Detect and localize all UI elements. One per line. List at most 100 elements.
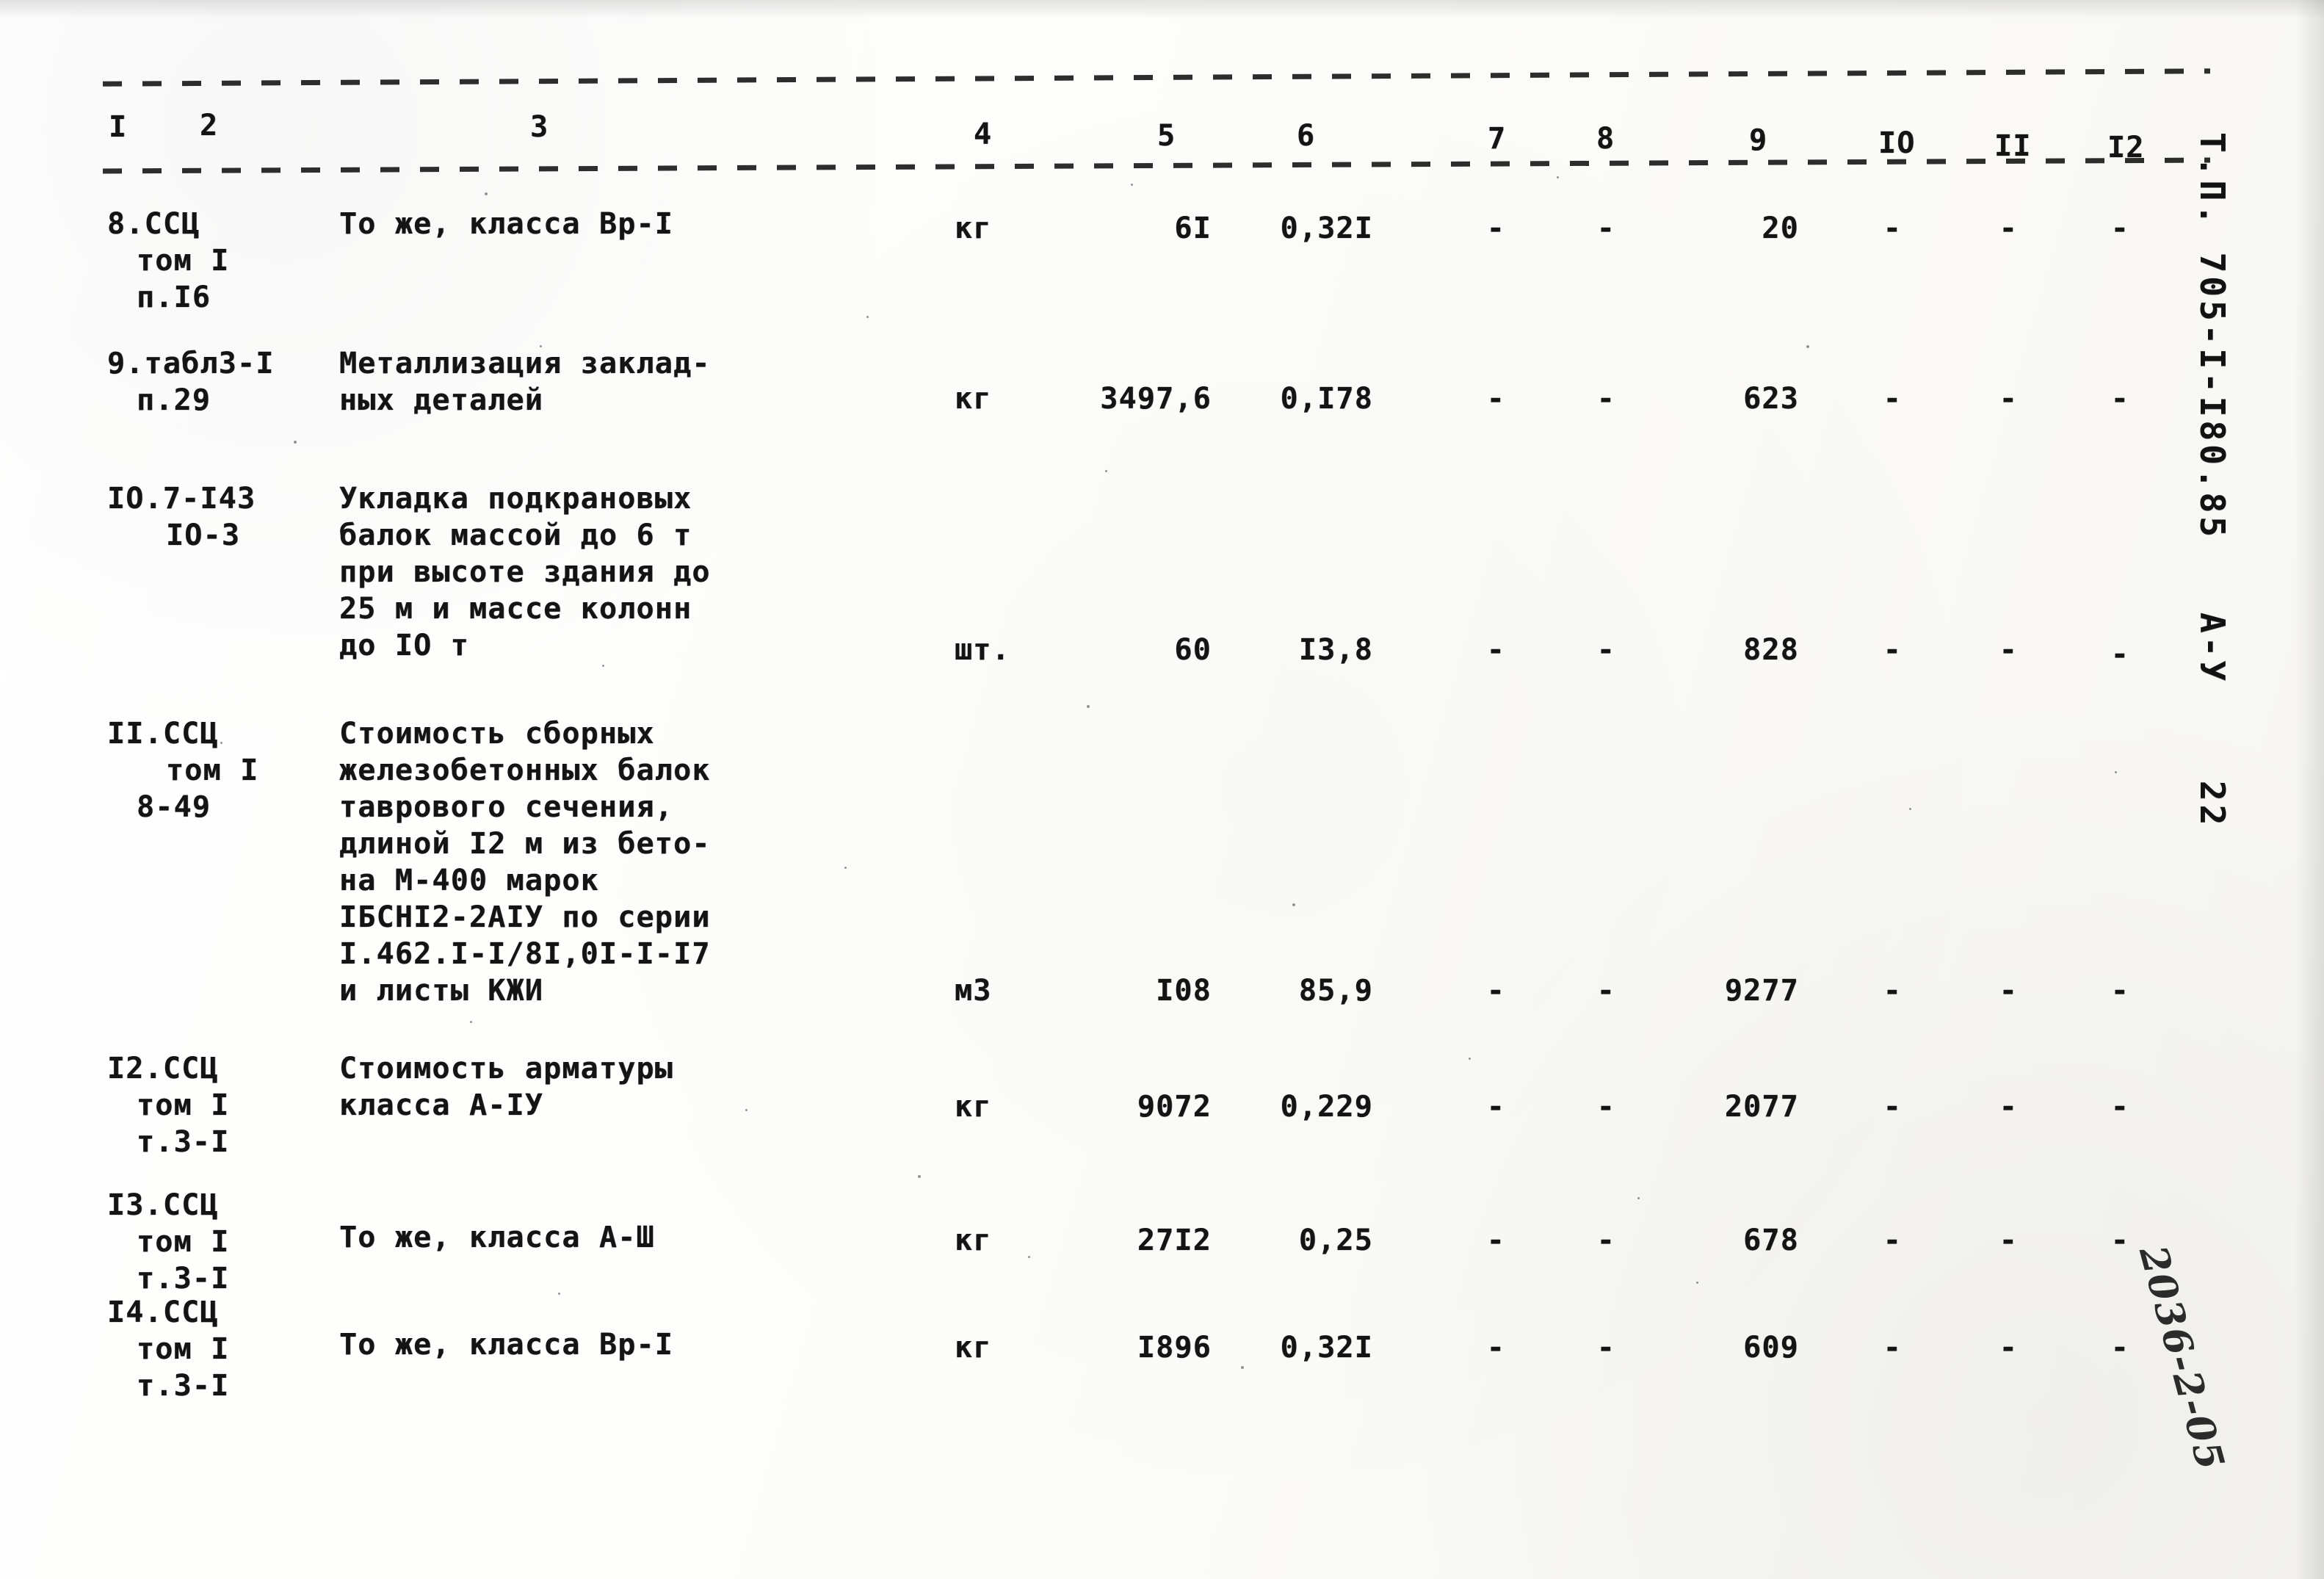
row-value-12: - xyxy=(2110,974,2129,1008)
row-value-11: - xyxy=(1999,382,2018,416)
row-value-7: - xyxy=(1486,1090,1505,1124)
row-value-5: 27I2 xyxy=(1137,1224,1212,1257)
row-value-8: - xyxy=(1596,633,1615,667)
row-value-10: - xyxy=(1883,633,1902,667)
table-rule-top xyxy=(103,68,2210,87)
row-value-10: - xyxy=(1883,382,1902,416)
row-value-10: - xyxy=(1883,974,1902,1008)
row-description-line: Стоимость арматуры xyxy=(339,1052,674,1085)
row-code-line: 8-49 xyxy=(137,790,211,824)
row-unit: кг xyxy=(955,1224,992,1257)
row-value-5: 60 xyxy=(1174,633,1212,667)
row-value-7: - xyxy=(1486,1331,1505,1365)
row-code-line: I2.ССЦ xyxy=(107,1052,219,1085)
row-description-line: до IO т xyxy=(339,629,469,662)
row-description-line: То же, класса Вр-I xyxy=(339,207,674,241)
row-unit: кг xyxy=(955,1331,992,1365)
project-margin-stamp: Т.П. 705-I-I80.85 А-У 22 xyxy=(2193,132,2232,829)
row-value-6: 0,229 xyxy=(1280,1090,1373,1124)
row-unit: кг xyxy=(955,212,992,245)
row-code-line: I3.ССЦ xyxy=(107,1188,219,1222)
column-header-7: 7 xyxy=(1488,122,1507,156)
row-value-8: - xyxy=(1596,1224,1615,1257)
row-value-6: 0,I78 xyxy=(1280,382,1373,416)
row-value-10: - xyxy=(1883,1224,1902,1257)
column-header-8: 8 xyxy=(1596,122,1615,156)
row-description-line: IБСНI2-2АIУ по серии xyxy=(339,900,711,934)
column-header-4: 4 xyxy=(974,118,993,151)
row-code-line: том I xyxy=(166,754,259,787)
row-value-12: - xyxy=(2110,637,2129,671)
row-code-line: том I xyxy=(137,1088,230,1122)
row-value-8: - xyxy=(1596,1090,1615,1124)
row-description-line: длиной I2 м из бето- xyxy=(339,827,711,861)
row-value-9: 2077 xyxy=(1724,1090,1799,1124)
row-value-12: - xyxy=(2110,1224,2129,1257)
row-unit: м3 xyxy=(955,974,992,1008)
row-value-8: - xyxy=(1596,1331,1615,1365)
row-description-line: при высоте здания до xyxy=(339,555,711,589)
row-value-9: 623 xyxy=(1743,382,1799,416)
row-value-10: - xyxy=(1883,1090,1902,1124)
row-value-12: - xyxy=(2110,1090,2129,1124)
row-value-5: 9072 xyxy=(1137,1090,1212,1124)
row-description-line: железобетонных балок xyxy=(339,754,711,787)
row-unit: кг xyxy=(955,1090,992,1124)
row-code-line: IO-3 xyxy=(166,518,241,552)
row-code-line: т.3-I xyxy=(137,1369,230,1403)
row-unit: шт. xyxy=(955,633,1010,667)
row-code-line: т.3-I xyxy=(137,1262,230,1296)
row-value-12: - xyxy=(2110,212,2129,245)
column-header-1: I xyxy=(109,110,128,144)
row-value-11: - xyxy=(1999,1090,2018,1124)
row-value-7: - xyxy=(1486,633,1505,667)
row-value-11: - xyxy=(1999,633,2018,667)
row-value-9: 9277 xyxy=(1724,974,1799,1008)
row-code-line: п.I6 xyxy=(137,281,211,314)
row-code-line: 9.табл3-I xyxy=(107,347,275,380)
row-code-line: том I xyxy=(137,1332,230,1366)
row-value-12: - xyxy=(2110,382,2129,416)
row-value-6: I3,8 xyxy=(1298,633,1373,667)
column-header-2: 2 xyxy=(200,109,219,142)
column-header-10: IO xyxy=(1878,126,1916,160)
column-header-6: 6 xyxy=(1297,119,1316,153)
row-description-line: и листы КЖИ xyxy=(339,974,544,1008)
row-value-6: 0,32I xyxy=(1280,212,1373,245)
row-description-line: То же, класса Вр-I xyxy=(339,1328,674,1362)
row-unit: кг xyxy=(955,382,992,416)
row-value-9: 828 xyxy=(1743,633,1799,667)
row-value-8: - xyxy=(1596,382,1615,416)
row-description-line: балок массой до 6 т xyxy=(339,518,692,552)
row-value-6: 85,9 xyxy=(1298,974,1373,1008)
row-value-6: 0,25 xyxy=(1298,1224,1373,1257)
row-value-10: - xyxy=(1883,1331,1902,1365)
row-value-7: - xyxy=(1486,974,1505,1008)
row-value-10: - xyxy=(1883,212,1902,245)
row-description-line: То же, класса А-Ш xyxy=(339,1221,655,1254)
row-value-11: - xyxy=(1999,1331,2018,1365)
row-value-7: - xyxy=(1486,382,1505,416)
row-code-line: том I xyxy=(137,1225,230,1259)
row-value-11: - xyxy=(1999,212,2018,245)
row-value-7: - xyxy=(1486,212,1505,245)
row-code-line: т.3-I xyxy=(137,1125,230,1159)
row-value-8: - xyxy=(1596,974,1615,1008)
column-header-3: 3 xyxy=(530,110,549,144)
row-value-12: - xyxy=(2110,1331,2129,1365)
row-value-7: - xyxy=(1486,1224,1505,1257)
row-description-line: ных деталей xyxy=(339,383,544,417)
column-header-11: II xyxy=(1994,129,2032,163)
row-value-9: 678 xyxy=(1743,1224,1799,1257)
row-description-line: Укладка подкрановых xyxy=(339,482,692,516)
row-description-line: на М-400 марок xyxy=(339,864,599,897)
column-header-12: I2 xyxy=(2107,131,2145,165)
row-value-9: 609 xyxy=(1743,1331,1799,1365)
column-header-5: 5 xyxy=(1157,119,1176,153)
row-value-9: 20 xyxy=(1762,212,1799,245)
row-description-line: таврового сечения, xyxy=(339,790,674,824)
row-value-5: 6I xyxy=(1174,212,1212,245)
row-value-11: - xyxy=(1999,1224,2018,1257)
row-code-line: I4.ССЦ xyxy=(107,1296,219,1329)
row-description-line: I.462.I-I/8I,0I-I-I7 xyxy=(339,937,711,971)
